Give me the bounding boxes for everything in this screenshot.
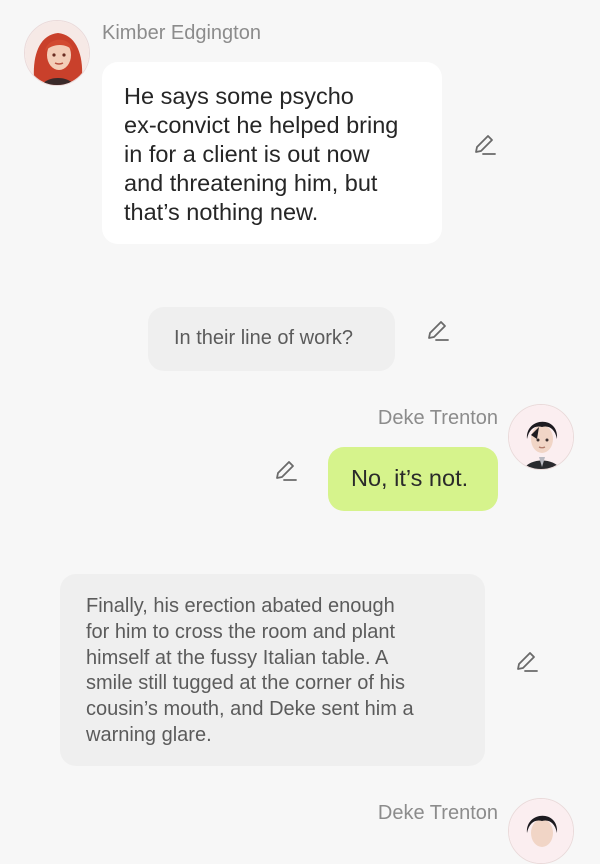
avatar-deke-trenton[interactable] xyxy=(508,404,574,470)
edit-pencil-icon[interactable] xyxy=(514,649,540,675)
edit-pencil-icon[interactable] xyxy=(425,318,451,344)
message-text: He says some psycho ex-convict he helped… xyxy=(124,83,399,225)
edit-pencil-icon[interactable] xyxy=(472,132,498,158)
edit-pencil-icon[interactable] xyxy=(273,458,299,484)
message-text: No, it’s not. xyxy=(351,465,469,491)
avatar-kimber-edgington[interactable] xyxy=(24,20,90,86)
message-bubble[interactable]: He says some psycho ex-convict he helped… xyxy=(102,62,442,244)
narration-bubble[interactable]: In their line of work? xyxy=(148,307,395,371)
sender-name: Kimber Edgington xyxy=(102,22,261,44)
avatar-deke-trenton[interactable] xyxy=(508,798,574,864)
narration-bubble[interactable]: Finally, his erection abated enough for … xyxy=(60,574,485,766)
message-bubble-outgoing[interactable]: No, it’s not. xyxy=(328,447,498,511)
message-text: In their line of work? xyxy=(174,327,353,349)
message-text: Finally, his erection abated enough for … xyxy=(86,595,414,746)
sender-name: Deke Trenton xyxy=(377,802,498,824)
sender-name: Deke Trenton xyxy=(377,407,498,429)
